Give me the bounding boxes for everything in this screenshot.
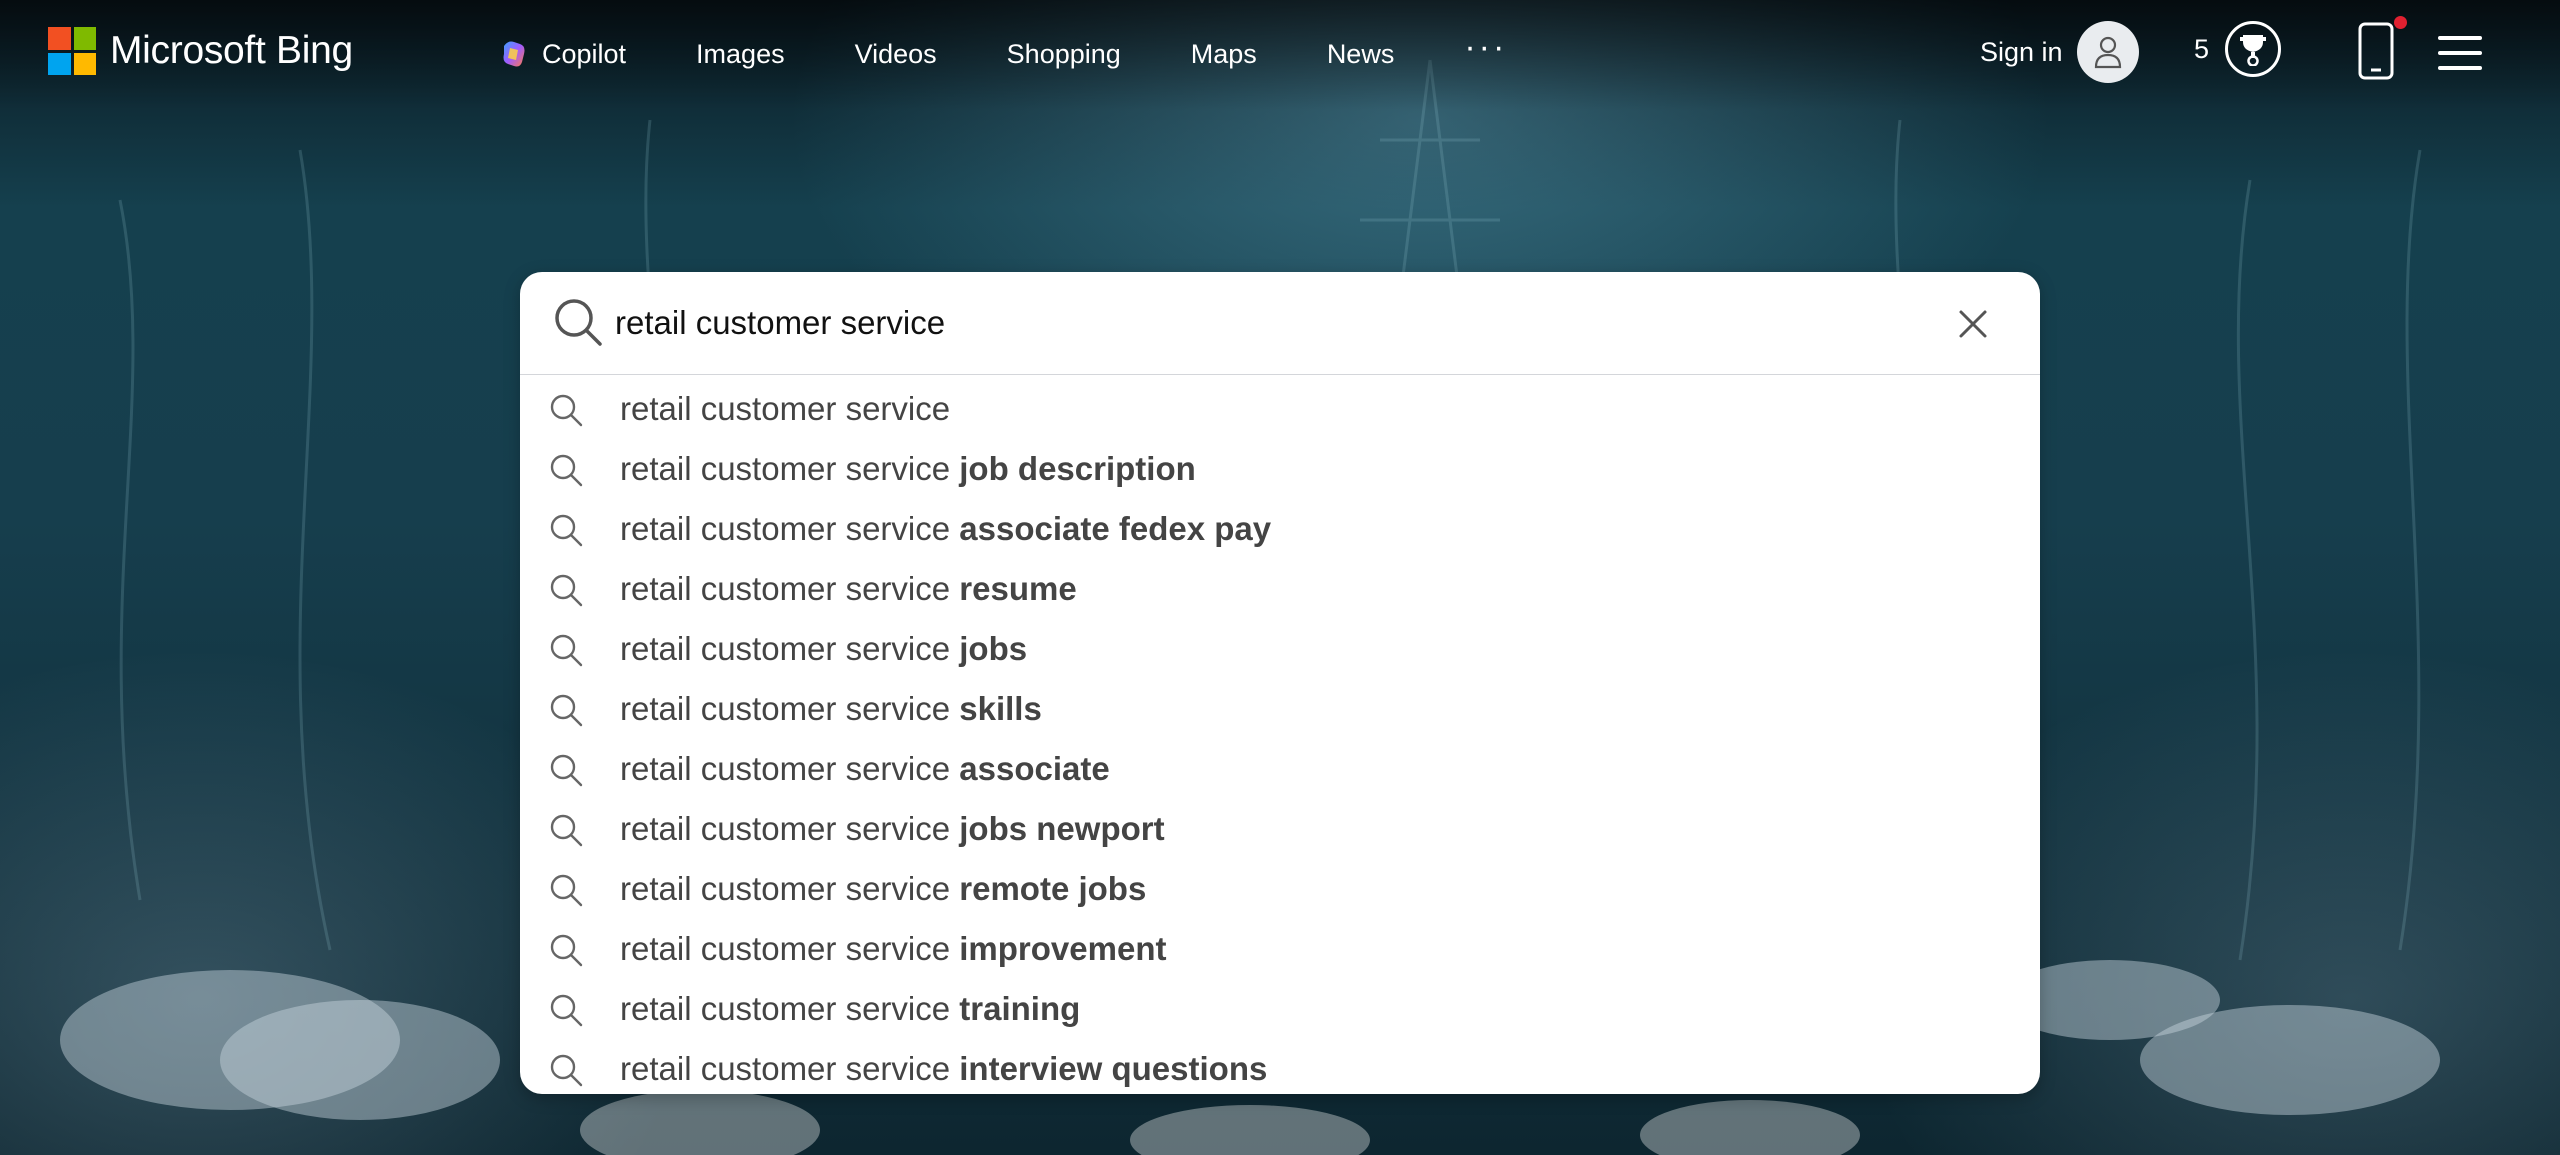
suggestion-item[interactable]: retail customer service remote jobs — [520, 858, 2040, 918]
user-icon — [2094, 36, 2121, 69]
trophy-icon — [2240, 35, 2267, 66]
search-icon — [550, 754, 583, 787]
microsoft-logo-icon — [48, 27, 96, 75]
suggestion-text: retail customer service resume — [620, 570, 1077, 607]
search-input[interactable] — [615, 296, 1865, 350]
sign-in-label: Sign in — [1980, 36, 2063, 67]
search-icon — [550, 454, 583, 487]
suggestion-text: retail customer service jobs — [620, 630, 1028, 667]
hamburger-menu-button[interactable] — [2438, 36, 2482, 70]
copilot-icon — [503, 41, 525, 67]
search-icon — [550, 394, 583, 427]
suggestion-item[interactable]: retail customer service improvement — [520, 918, 2040, 978]
logo-text: Microsoft Bing — [110, 29, 353, 72]
search-icon — [550, 934, 583, 967]
avatar — [2076, 21, 2139, 83]
suggestion-text: retail customer service interview questi… — [620, 1050, 1268, 1087]
search-icon — [550, 1054, 583, 1087]
suggestion-item[interactable]: retail customer service training — [520, 978, 2040, 1038]
suggestion-item[interactable]: retail customer service jobs — [520, 618, 2040, 678]
bing-logo[interactable]: Microsoft Bing — [48, 26, 353, 76]
suggestion-text: retail customer service jobs newport — [620, 810, 1165, 847]
suggestion-item[interactable]: retail customer service interview questi… — [520, 1038, 2040, 1094]
search-icon — [550, 634, 583, 667]
suggestion-text: retail customer service improvement — [620, 930, 1167, 967]
suggestion-text: retail customer service training — [620, 990, 1081, 1027]
suggestion-item[interactable]: retail customer service associate — [520, 738, 2040, 798]
suggestion-text: retail customer service remote jobs — [620, 870, 1147, 907]
search-icon — [550, 514, 583, 547]
nav-item-news[interactable]: News — [1327, 39, 1395, 70]
suggestion-text: retail customer service skills — [620, 690, 1042, 727]
suggestion-item[interactable]: retail customer service skills — [520, 678, 2040, 738]
suggestion-text: retail customer service job description — [620, 450, 1196, 487]
suggestion-text: retail customer service associate fedex … — [620, 510, 1272, 547]
suggestion-list: retail customer service retail customer … — [520, 378, 2040, 1094]
rewards-button[interactable]: 5 — [2194, 21, 2282, 77]
search-box: retail customer service retail customer … — [520, 272, 2040, 1094]
suggestion-text: retail customer service associate — [620, 750, 1110, 787]
search-icon — [550, 874, 583, 907]
nav-item-videos[interactable]: Videos — [855, 39, 937, 70]
top-bar: Microsoft Bing Copilot Images Videos Sho… — [0, 0, 2560, 110]
search-bar — [520, 272, 2040, 375]
search-icon — [550, 694, 583, 727]
nav-item-maps[interactable]: Maps — [1191, 39, 1257, 70]
suggestion-item[interactable]: retail customer service — [520, 378, 2040, 438]
sign-in-button[interactable]: Sign in — [1980, 20, 2139, 84]
suggestion-item[interactable]: retail customer service job description — [520, 438, 2040, 498]
search-icon[interactable] — [552, 296, 604, 348]
nav-item-copilot[interactable]: Copilot — [498, 38, 626, 70]
nav-item-images[interactable]: Images — [696, 39, 785, 70]
suggestion-item[interactable]: retail customer service associate fedex … — [520, 498, 2040, 558]
rewards-badge — [2225, 21, 2282, 77]
phone-icon[interactable] — [2358, 22, 2394, 80]
suggestion-item[interactable]: retail customer service jobs newport — [520, 798, 2040, 858]
search-icon — [550, 574, 583, 607]
main-nav: Copilot Images Videos Shopping Maps News… — [498, 28, 1577, 78]
notification-dot — [2394, 16, 2407, 29]
suggestion-item[interactable]: retail customer service resume — [520, 558, 2040, 618]
nav-more-button[interactable]: ··· — [1464, 28, 1507, 67]
close-icon[interactable] — [1956, 307, 1990, 341]
rewards-count: 5 — [2194, 33, 2210, 64]
nav-label-copilot: Copilot — [542, 38, 627, 69]
nav-item-shopping[interactable]: Shopping — [1007, 39, 1121, 70]
suggestion-text: retail customer service — [620, 390, 951, 427]
search-icon — [550, 814, 583, 847]
search-icon — [550, 994, 583, 1027]
